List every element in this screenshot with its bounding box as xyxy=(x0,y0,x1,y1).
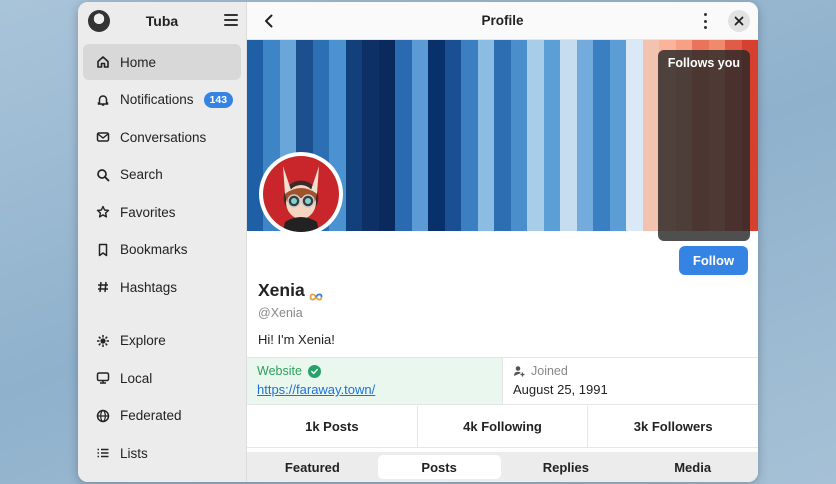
banner-stripe xyxy=(560,40,577,231)
sidebar-item-label: Local xyxy=(120,370,153,386)
banner-stripe xyxy=(378,40,396,231)
profile-avatar[interactable] xyxy=(259,152,343,236)
sidebar-item-conversations[interactable]: Conversations xyxy=(83,119,241,155)
website-field: Website https://faraway.town/ xyxy=(247,358,503,404)
sidebar-item-label: Explore xyxy=(120,333,166,348)
more-options-icon[interactable] xyxy=(696,12,714,30)
mail-icon xyxy=(96,130,110,144)
sidebar-item-federated[interactable]: Federated xyxy=(83,398,241,434)
posts-count-button[interactable]: 1k Posts xyxy=(247,406,418,447)
sidebar-item-bookmarks[interactable]: Bookmarks xyxy=(83,232,241,268)
follow-button[interactable]: Follow xyxy=(679,246,748,275)
list-icon xyxy=(96,446,110,460)
profile-stats: 1k Posts 4k Following 3k Followers xyxy=(247,406,758,448)
sidebar-item-label: Search xyxy=(120,167,163,182)
website-label-text: Website xyxy=(257,364,302,378)
follows-you-badge: Follows you xyxy=(657,50,750,241)
profile-tabs: Featured Posts Replies Media xyxy=(247,452,758,482)
close-button[interactable] xyxy=(728,10,750,32)
banner-stripe xyxy=(494,40,511,231)
verified-check-icon xyxy=(307,364,321,378)
banner-stripe xyxy=(510,40,528,231)
bell-icon xyxy=(96,93,110,107)
sidebar-item-lists[interactable]: Lists xyxy=(83,435,241,471)
sidebar-separator xyxy=(82,307,242,323)
chevron-left-icon xyxy=(265,14,273,28)
sidebar-item-search[interactable]: Search xyxy=(83,157,241,193)
sidebar-item-label: Hashtags xyxy=(120,279,178,295)
profile-fields: Website https://faraway.town/ Joined Aug… xyxy=(247,357,758,405)
avatar-art-icon xyxy=(283,166,319,232)
page-title: Profile xyxy=(481,13,524,28)
notifications-count-badge: 143 xyxy=(203,91,234,108)
banner-stripe xyxy=(642,40,660,231)
hamburger-menu-icon[interactable] xyxy=(224,13,238,27)
banner-stripe xyxy=(461,40,478,231)
banner-stripe xyxy=(609,40,627,231)
banner-stripe xyxy=(428,40,445,231)
banner-stripe xyxy=(395,40,412,231)
sidebar-item-favorites[interactable]: Favorites xyxy=(83,194,241,230)
tab-media[interactable]: Media xyxy=(631,455,754,479)
explore-icon xyxy=(96,334,110,348)
sidebar: Tuba Home Notifications 143 Conversation… xyxy=(78,2,247,482)
home-icon xyxy=(96,55,110,69)
back-button[interactable] xyxy=(259,11,279,31)
joined-label: Joined xyxy=(513,364,748,378)
sidebar-item-label: Conversations xyxy=(120,129,207,145)
header-bar: Profile xyxy=(247,2,758,40)
sidebar-header: Tuba xyxy=(78,2,246,40)
sidebar-item-hashtags[interactable]: Hashtags xyxy=(83,269,241,305)
sidebar-item-label: Bookmarks xyxy=(120,242,188,257)
tab-featured[interactable]: Featured xyxy=(251,455,374,479)
account-avatar[interactable] xyxy=(88,10,110,32)
sidebar-item-explore[interactable]: Explore xyxy=(83,323,241,359)
sidebar-item-notifications[interactable]: Notifications 143 xyxy=(83,82,241,118)
person-add-icon xyxy=(513,365,525,377)
followers-count-button[interactable]: 3k Followers xyxy=(588,406,758,447)
banner-stripe xyxy=(626,40,643,231)
sidebar-item-label: Favorites xyxy=(120,204,176,220)
banner-stripe xyxy=(411,40,429,231)
banner-stripe xyxy=(593,40,610,231)
joined-date: August 25, 1991 xyxy=(513,382,608,397)
sidebar-item-label: Home xyxy=(120,54,157,70)
bookmark-icon xyxy=(96,243,110,257)
banner-stripe xyxy=(362,40,379,231)
following-count-button[interactable]: 4k Following xyxy=(418,406,589,447)
search-icon xyxy=(96,168,110,182)
banner-stripe xyxy=(576,40,594,231)
banner-stripe xyxy=(527,40,544,231)
user-handle: @Xenia xyxy=(258,306,303,320)
sidebar-item-label: Federated xyxy=(120,408,182,423)
profile-bio: Hi! I'm Xenia! xyxy=(258,332,335,347)
globe-icon xyxy=(96,409,110,423)
display-name-text: Xenia xyxy=(258,280,305,300)
banner-stripe xyxy=(345,40,363,231)
banner-stripe xyxy=(477,40,495,231)
sidebar-item-home[interactable]: Home xyxy=(83,44,241,80)
website-link[interactable]: https://faraway.town/ xyxy=(257,382,492,397)
local-icon xyxy=(96,371,110,385)
sidebar-nav: Home Notifications 143 Conversations Sea… xyxy=(78,40,246,477)
sidebar-item-label: Notifications xyxy=(120,92,194,107)
tab-posts[interactable]: Posts xyxy=(377,455,501,479)
close-icon xyxy=(734,16,744,26)
sidebar-item-label: Lists xyxy=(120,445,148,461)
joined-label-text: Joined xyxy=(531,364,568,378)
app-window: Tuba Home Notifications 143 Conversation… xyxy=(78,2,758,482)
banner-stripe xyxy=(543,40,561,231)
tab-replies[interactable]: Replies xyxy=(505,455,628,479)
infinity-emoji-icon xyxy=(309,286,323,301)
display-name: Xenia xyxy=(258,280,323,301)
profile-view: Profile Follows you Follow Xenia @Xenia … xyxy=(247,2,758,482)
sidebar-item-local[interactable]: Local xyxy=(83,360,241,396)
website-label: Website xyxy=(257,364,492,378)
banner-stripe xyxy=(444,40,462,231)
joined-field: Joined August 25, 1991 xyxy=(503,358,758,404)
star-icon xyxy=(96,205,110,219)
hashtag-icon xyxy=(96,280,110,294)
